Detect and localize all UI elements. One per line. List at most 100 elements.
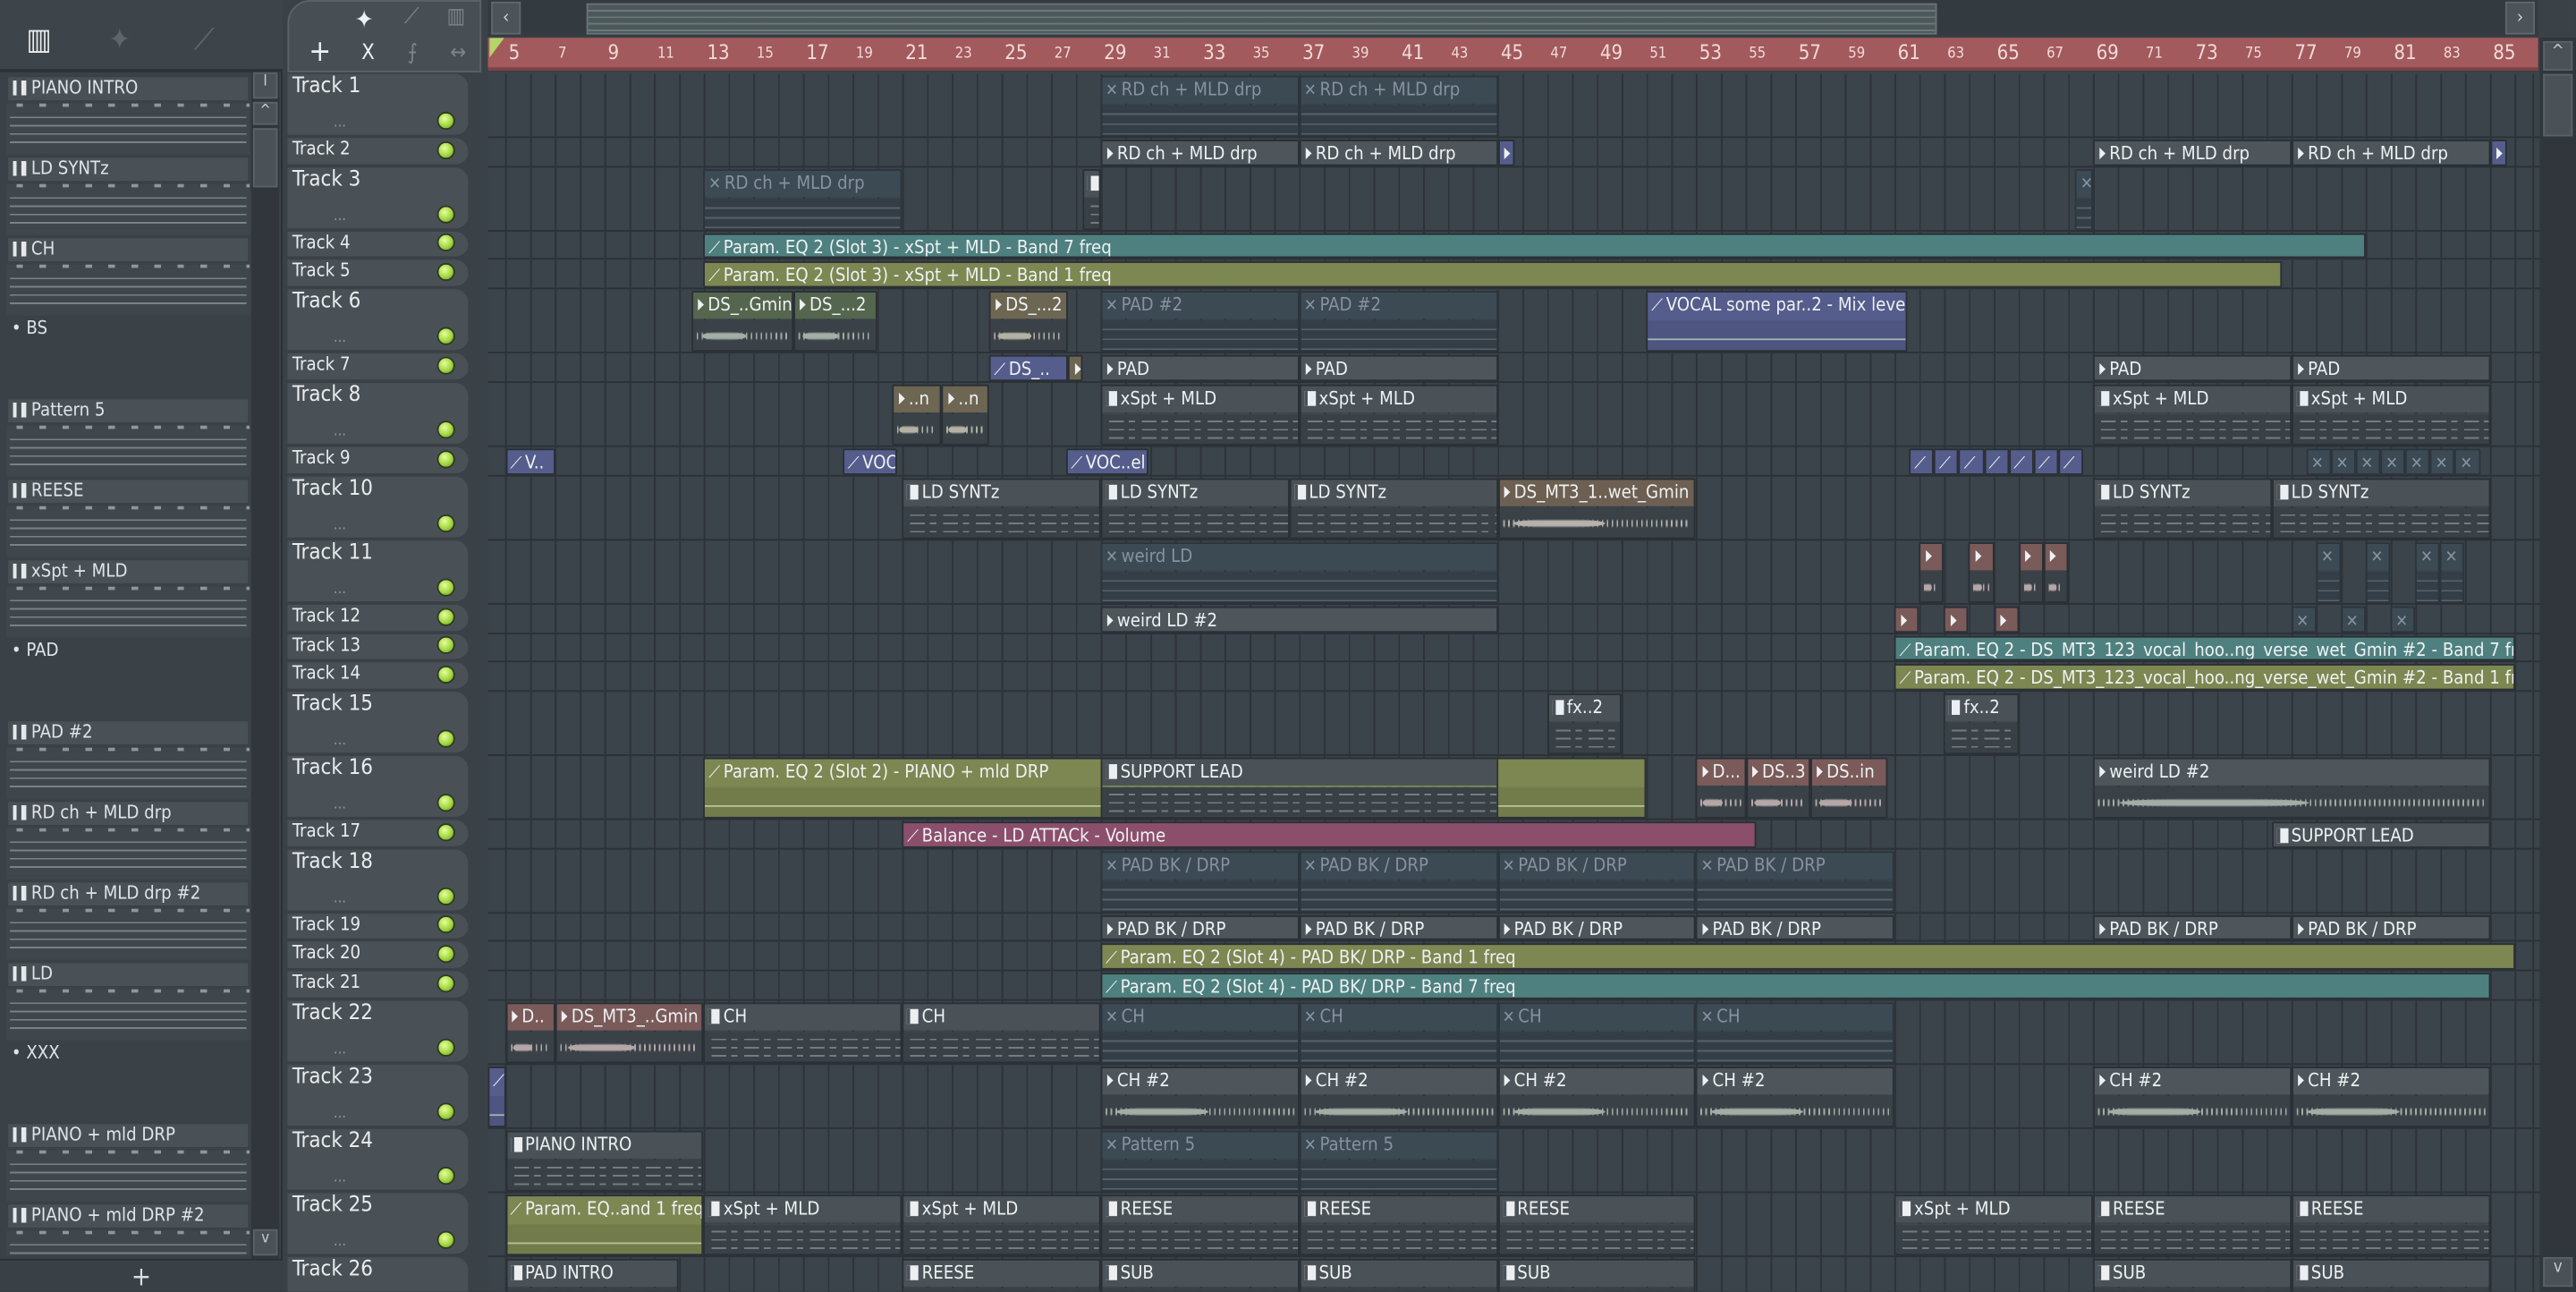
- automation-clip[interactable]: ⟋: [1909, 448, 1935, 475]
- pattern-clip[interactable]: REESE: [1299, 1194, 1498, 1256]
- automation-clip[interactable]: ⟋ DS_..: [988, 354, 1069, 382]
- track-enable-led[interactable]: [436, 729, 455, 748]
- audio-clip[interactable]: ⏵ CH #2: [1696, 1067, 1895, 1127]
- track-options-icon[interactable]: ...: [334, 1234, 346, 1250]
- audio-clip[interactable]: ⏵: [1944, 606, 1970, 633]
- muted-clip[interactable]: ✕: [2365, 542, 2391, 604]
- muted-clip[interactable]: ✕ CH: [1299, 1002, 1498, 1064]
- track-header[interactable]: Track 22...: [287, 1000, 469, 1064]
- pattern-clip[interactable]: SUB: [1497, 1258, 1697, 1292]
- audio-clip[interactable]: ⏵ D..: [504, 1002, 555, 1064]
- track-options-icon[interactable]: ...: [334, 797, 346, 813]
- track-header[interactable]: Track 26...: [287, 1257, 469, 1292]
- muted-clip[interactable]: ✕: [2355, 448, 2381, 475]
- track-options-icon[interactable]: ...: [334, 424, 346, 440]
- muted-clip[interactable]: ✕ RD ch + MLD drp: [1100, 75, 1300, 137]
- track-enable-led[interactable]: [436, 823, 455, 842]
- audio-clip[interactable]: ⏵ PAD BK / DRP: [2092, 915, 2292, 940]
- muted-clip[interactable]: ✕ PAD #2: [1100, 291, 1300, 353]
- add-track-button[interactable]: +: [309, 35, 331, 70]
- track-header[interactable]: Track 9: [287, 446, 469, 475]
- pattern-picker-item[interactable]: RD ch + MLD drp #2: [6, 880, 250, 961]
- automation-icon[interactable]: ⟋: [194, 23, 215, 58]
- audio-clip[interactable]: ⏵ RD ch + MLD drp: [1100, 140, 1300, 166]
- audio-clip[interactable]: ⏵ DS..in: [1809, 757, 1887, 819]
- track-header[interactable]: Track 21: [287, 971, 469, 999]
- track-header[interactable]: Track 16...: [287, 755, 469, 819]
- audio-clip[interactable]: ⏵: [1919, 542, 1945, 604]
- track-header[interactable]: Track 15...: [287, 692, 469, 755]
- pattern-clip[interactable]: LD SYNTz: [2271, 478, 2490, 540]
- pattern-clip[interactable]: fx..2: [1546, 693, 1622, 755]
- automation-clip[interactable]: ⟋: [487, 1067, 505, 1127]
- automation-clip[interactable]: ⟋VOC..el: [1065, 448, 1148, 475]
- pattern-clip[interactable]: LD SYNTz: [1100, 478, 1290, 540]
- automation-clip[interactable]: ⟋ Param. EQ 2 - DS_MT3_123_vocal_hoo..ng_…: [1894, 635, 2515, 661]
- audio-clip[interactable]: ⏵ RD ch + MLD drp: [1299, 140, 1498, 166]
- track-header[interactable]: Track 18...: [287, 849, 469, 913]
- muted-clip[interactable]: ✕: [2440, 542, 2465, 604]
- audio-clip[interactable]: ⏵ DS_MT3_..Gmin: [555, 1002, 704, 1064]
- audio-clip[interactable]: ⏵ RD ch + MLD drp: [2291, 140, 2490, 166]
- automation-clip[interactable]: ⟋: [2058, 448, 2083, 475]
- muted-clip[interactable]: ✕ CH: [1497, 1002, 1697, 1064]
- automation-clip[interactable]: ⟋ Balance - LD ATTACk - Volume: [902, 821, 1756, 848]
- track-header[interactable]: Track 24...: [287, 1128, 469, 1192]
- audio-clip[interactable]: ⏵: [2018, 542, 2044, 604]
- pattern-picker-item[interactable]: xSpt + MLD: [6, 558, 250, 639]
- scroll-up-icon[interactable]: ^: [252, 101, 278, 125]
- muted-clip[interactable]: ✕ Pattern 5: [1100, 1130, 1300, 1192]
- pattern-clip[interactable]: REESE: [2092, 1194, 2292, 1256]
- add-pattern-button[interactable]: +: [0, 1258, 283, 1292]
- audio-clip[interactable]: ⏵ PAD: [2092, 354, 2292, 382]
- audio-clip[interactable]: ⏵ PAD BK / DRP: [2291, 915, 2490, 940]
- audio-clip[interactable]: ⏵ weird LD #2: [1100, 606, 1498, 633]
- scroll-right-icon[interactable]: ›: [2504, 1, 2536, 35]
- muted-clip[interactable]: ✕ CH: [1696, 1002, 1895, 1064]
- track-options-icon[interactable]: ...: [334, 518, 346, 534]
- track-enable-led[interactable]: [436, 945, 455, 964]
- automation-clip[interactable]: ⟋ VOCAL some par..2 - Mix level: [1646, 291, 1907, 353]
- muted-clip[interactable]: ✕ weird LD: [1100, 542, 1498, 604]
- pattern-clip[interactable]: CH: [703, 1002, 902, 1064]
- automation-clip[interactable]: ⟋ Param. EQ 2 (Slot 3) - xSpt + MLD - Ban…: [703, 233, 2366, 259]
- track-enable-led[interactable]: [436, 974, 455, 993]
- muted-clip[interactable]: ✕: [2415, 542, 2441, 604]
- pattern-clip[interactable]: REESE: [902, 1258, 1101, 1292]
- pattern-picker-item[interactable]: PIANO + mld DRP: [6, 1122, 250, 1203]
- muted-clip[interactable]: ✕ Pattern 5: [1299, 1130, 1498, 1192]
- track-enable-led[interactable]: [436, 635, 455, 655]
- pattern-clip[interactable]: LD SYNTz: [2092, 478, 2272, 540]
- audio-clip[interactable]: ⏵er: [1497, 140, 1515, 166]
- scroll-down-icon[interactable]: v: [252, 1228, 278, 1256]
- audio-clip[interactable]: ⏵ PAD BK / DRP: [1696, 915, 1895, 940]
- audio-clip[interactable]: ⏵ DS_...2: [792, 291, 877, 353]
- audio-clip[interactable]: ⏵ CH #2: [2291, 1067, 2490, 1127]
- pattern-clip[interactable]: SUPPORT LEAD: [2271, 821, 2490, 848]
- audio-clip[interactable]: ⏵ DS_MT3_1..wet_Gmin: [1497, 478, 1697, 540]
- timeline-ruler[interactable]: 5 7 9 11 13 15 17 19 21 23 25 27 29 31 33 35 37 39 41 43 45 4…: [487, 38, 2538, 71]
- playlist-grid[interactable]: ✕ RD ch + MLD drp ✕ RD ch + MLD drp ⏵ RD ch +…: [487, 72, 2540, 1292]
- pattern-picker-item[interactable]: RD ch + MLD drp: [6, 800, 250, 880]
- track-enable-led[interactable]: [436, 421, 455, 439]
- muted-clip[interactable]: ✕ PAD #2: [1299, 291, 1498, 353]
- pattern-clip[interactable]: xSpt + MLD: [703, 1194, 902, 1256]
- track-enable-led[interactable]: [436, 794, 455, 812]
- track-options-icon[interactable]: ...: [334, 890, 346, 906]
- muted-clip[interactable]: ✕: [2316, 542, 2342, 604]
- track-lane[interactable]: [487, 446, 2540, 477]
- track-header[interactable]: Track 3...: [287, 167, 469, 231]
- pattern-clip[interactable]: LD SYNTz: [902, 478, 1101, 540]
- pattern-clip[interactable]: REESE: [2291, 1194, 2490, 1256]
- track-options-icon[interactable]: ...: [334, 208, 346, 225]
- track-options-icon[interactable]: ...: [334, 1170, 346, 1186]
- scroll-down-icon[interactable]: v: [2543, 1257, 2573, 1288]
- track-options-icon[interactable]: ...: [334, 733, 346, 749]
- muted-clip[interactable]: ✕ CH: [1100, 1002, 1300, 1064]
- pattern-clip[interactable]: PAD INTRO: [504, 1258, 680, 1292]
- pattern-clip[interactable]: CH: [902, 1002, 1101, 1064]
- automation-clip[interactable]: ⟋: [1959, 448, 1984, 475]
- picker-scrollbar[interactable]: I ^ v: [251, 72, 280, 1259]
- automation-clip[interactable]: ⟋: [1934, 448, 1960, 475]
- automation-clip[interactable]: ⟋: [2033, 448, 2059, 475]
